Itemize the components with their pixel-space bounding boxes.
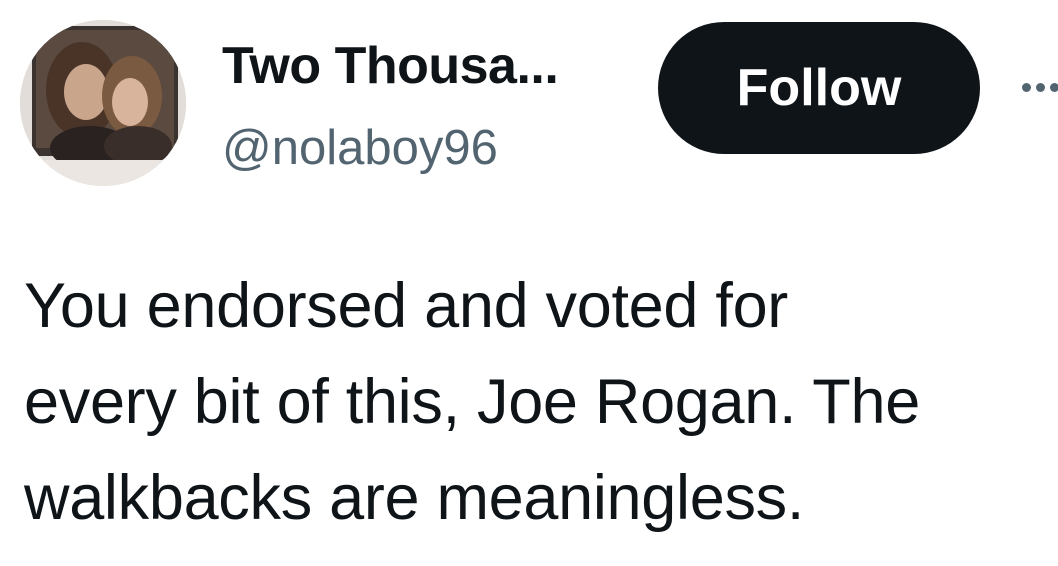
avatar[interactable] [20, 20, 186, 186]
tweet: Two Thousa... @nolaboy96 Follow You endo… [0, 0, 1058, 566]
tweet-text: You endorsed and voted for every bit of … [24, 271, 920, 533]
author-display-name[interactable]: Two Thousa... [222, 36, 559, 96]
author-handle[interactable]: @nolaboy96 [222, 118, 498, 178]
more-dot [1022, 83, 1031, 92]
more-dot [1036, 83, 1045, 92]
more-dot [1050, 83, 1058, 92]
more-horizontal-icon[interactable] [1020, 78, 1058, 98]
follow-button[interactable]: Follow [658, 22, 980, 154]
profile-photo-icon [20, 20, 186, 186]
